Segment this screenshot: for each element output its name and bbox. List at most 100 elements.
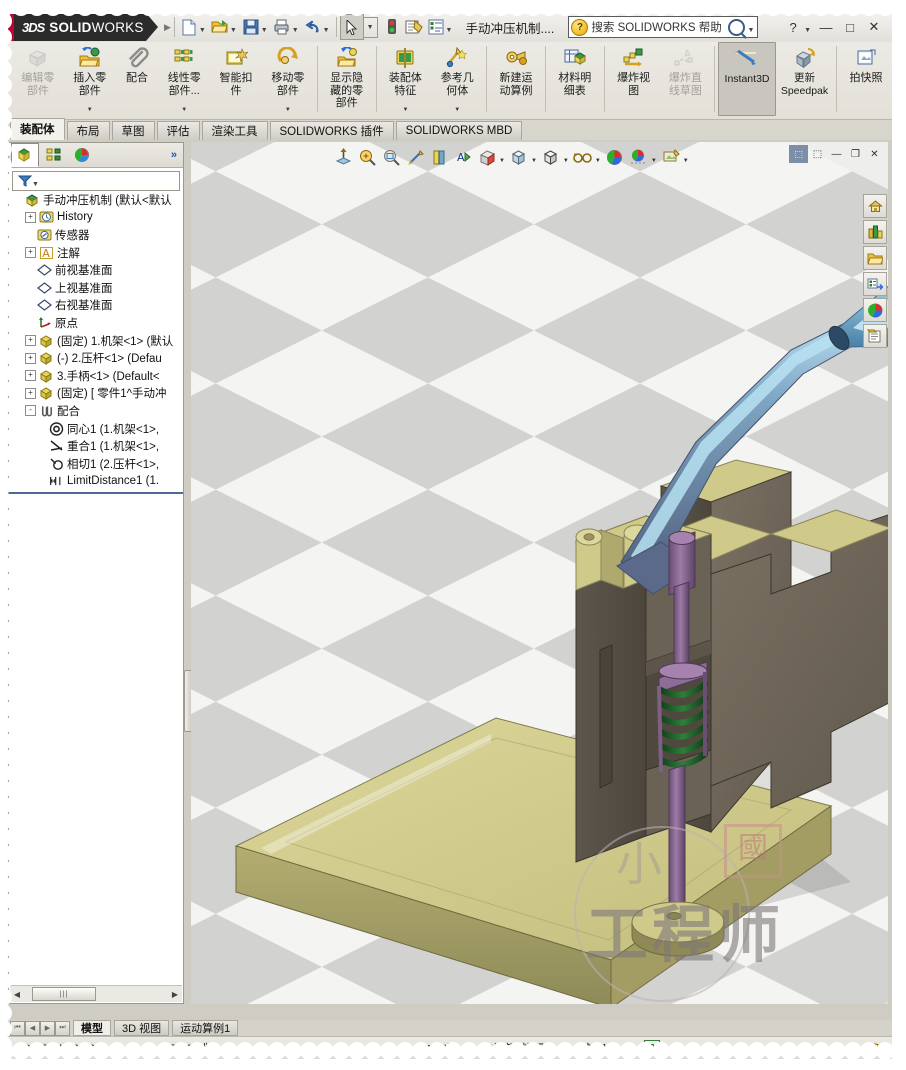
ribbon-button-show-hidden-components[interactable]: 显示隐 藏的零 部件 bbox=[321, 42, 373, 116]
file-explorer-icon[interactable] bbox=[863, 246, 887, 270]
design-library-icon[interactable] bbox=[863, 220, 887, 244]
view-normal-icon[interactable] bbox=[475, 145, 499, 169]
tab-0[interactable]: 装配体 bbox=[10, 118, 65, 140]
tree-expander[interactable]: + bbox=[25, 211, 36, 223]
tree-item[interactable]: 传感器 bbox=[9, 226, 183, 244]
tree-expander[interactable]: - bbox=[25, 405, 36, 417]
tree-item[interactable]: 原点 bbox=[9, 314, 183, 332]
new-document-button[interactable] bbox=[178, 15, 200, 39]
hide-show-glasses-icon[interactable] bbox=[571, 145, 595, 169]
tree-item[interactable]: + (固定) [ 零件1^手动冲 bbox=[9, 385, 183, 403]
feature-tree-tab[interactable] bbox=[11, 143, 39, 167]
chevron-down-icon[interactable]: ▼ bbox=[747, 21, 754, 34]
tree-item[interactable]: + History bbox=[9, 209, 183, 227]
display-manager-tab[interactable] bbox=[69, 144, 95, 166]
prev-tab-button[interactable]: ◀ bbox=[25, 1020, 40, 1036]
ribbon-button-reference-geometry[interactable]: 参考几 何体 ▼ bbox=[431, 42, 483, 116]
chevron-down-icon[interactable]: ▼ bbox=[362, 16, 378, 38]
search-input[interactable]: 搜索 SOLIDWORKS 帮助 bbox=[591, 19, 728, 35]
view-palette-icon[interactable] bbox=[863, 272, 887, 296]
scroll-right-arrow-icon[interactable]: ▶ bbox=[168, 990, 182, 999]
ribbon-button-bill-of-materials[interactable]: 材料明 细表 bbox=[549, 42, 601, 116]
maximize-button[interactable]: □ bbox=[838, 16, 862, 38]
tree-expander[interactable]: + bbox=[25, 335, 36, 347]
tree-item[interactable]: 右视基准面 bbox=[9, 297, 183, 315]
next-tab-button[interactable]: ▶ bbox=[40, 1020, 55, 1036]
bottom-tab-0[interactable]: 模型 bbox=[73, 1020, 111, 1036]
ribbon-button-mate-paperclip[interactable]: 配合 bbox=[116, 42, 159, 116]
bottom-tab-2[interactable]: 运动算例1 bbox=[172, 1020, 239, 1036]
minimize-button[interactable]: — bbox=[814, 16, 838, 38]
tree-item[interactable]: 手动冲压机制 (默认<默认 bbox=[9, 191, 183, 209]
chevron-down-icon[interactable]: ▼ bbox=[651, 158, 657, 164]
bottom-tab-1[interactable]: 3D 视图 bbox=[114, 1020, 170, 1036]
view-orientation-icon[interactable]: A bbox=[451, 145, 475, 169]
feature-tree[interactable]: 手动冲压机制 (默认<默认 + History 传感器 + A 注解 前视基准面 上视基准面 右视… bbox=[9, 191, 183, 981]
last-tab-button[interactable]: ⏭ bbox=[55, 1020, 70, 1036]
ribbon-button-snapshot[interactable]: 拍快照 bbox=[840, 42, 892, 116]
options-button[interactable] bbox=[403, 15, 425, 39]
tree-expander[interactable]: + bbox=[25, 247, 36, 259]
chevron-down-icon[interactable]: ▼ bbox=[531, 158, 537, 164]
ribbon-button-insert-component[interactable]: 插入零 部件 ▼ bbox=[64, 42, 116, 116]
ribbon-button-update-speedpak[interactable]: 更新 Speedpak bbox=[776, 42, 833, 116]
feature-tree-scrollbar[interactable]: ◀ ||| ▶ bbox=[10, 985, 182, 1002]
chevron-down-icon[interactable]: ▼ bbox=[595, 158, 601, 164]
first-tab-button[interactable]: ⏮ bbox=[10, 1020, 25, 1036]
section-cut-icon[interactable] bbox=[427, 145, 451, 169]
chevron-down-icon[interactable]: ▼ bbox=[804, 21, 811, 34]
section-view-icon[interactable] bbox=[331, 145, 355, 169]
previous-view-icon[interactable] bbox=[403, 145, 427, 169]
ribbon-button-assembly-feature[interactable]: 装配体 特征 ▼ bbox=[380, 42, 432, 116]
chevron-down-icon[interactable]: ▼ bbox=[563, 158, 569, 164]
undo-button[interactable] bbox=[302, 15, 324, 39]
graphics-area[interactable]: A ▼ ▼ ▼ ▼ ▼ ▼ ⬚ ⬚ — ❐ ✕ 小 國 工程师 Y X bbox=[191, 142, 888, 1004]
open-document-button[interactable] bbox=[209, 15, 231, 39]
hidden-line-cube-icon[interactable] bbox=[539, 145, 563, 169]
tab-6[interactable]: SOLIDWORKS MBD bbox=[395, 121, 523, 140]
document-properties-button[interactable] bbox=[425, 15, 447, 39]
zoom-area-icon[interactable] bbox=[379, 145, 403, 169]
tree-item[interactable]: 相切1 (2.压杆<1>, bbox=[9, 455, 183, 473]
ribbon-button-move-component[interactable]: 移动零 部件 ▼ bbox=[262, 42, 314, 116]
ribbon-button-new-motion-study[interactable]: 新建运 动算例 bbox=[490, 42, 542, 116]
close-document[interactable]: ✕ bbox=[865, 145, 884, 163]
help-button[interactable]: ? bbox=[781, 16, 805, 38]
feature-tree-filter[interactable]: ▼ bbox=[12, 171, 180, 191]
chevron-down-icon[interactable]: ▼ bbox=[285, 107, 291, 113]
tree-item[interactable]: + A 注解 bbox=[9, 244, 183, 262]
manual-punch-press-assembly-model[interactable] bbox=[191, 142, 888, 1004]
display-style-cube-icon[interactable] bbox=[507, 145, 531, 169]
chevron-down-icon[interactable]: ▼ bbox=[323, 21, 330, 34]
tree-expander[interactable]: + bbox=[25, 352, 36, 364]
chevron-down-icon[interactable]: ▼ bbox=[87, 107, 93, 113]
tree-item[interactable]: LimitDistance1 (1. bbox=[9, 473, 183, 491]
tree-item[interactable]: 上视基准面 bbox=[9, 279, 183, 297]
chevron-down-icon[interactable]: ▼ bbox=[230, 21, 237, 34]
minimize-document[interactable]: — bbox=[827, 145, 846, 163]
view-settings-icon[interactable] bbox=[659, 145, 683, 169]
tree-item[interactable]: + (-) 2.压杆<1> (Defau bbox=[9, 349, 183, 367]
chevron-down-icon[interactable]: ▼ bbox=[32, 175, 39, 188]
chevron-down-icon[interactable]: ▼ bbox=[683, 158, 689, 164]
tree-item[interactable]: +3.手柄<1> (Default< bbox=[9, 367, 183, 385]
tree-item[interactable]: 前视基准面 bbox=[9, 261, 183, 279]
split-pane[interactable]: ⬚ bbox=[808, 145, 827, 163]
view-home-icon[interactable] bbox=[863, 194, 887, 218]
chevron-down-icon[interactable]: ▼ bbox=[446, 21, 453, 34]
chevron-down-icon[interactable]: ▼ bbox=[292, 21, 299, 34]
tree-item[interactable]: 重合1 (1.机架<1>, bbox=[9, 437, 183, 455]
scene-icon[interactable] bbox=[627, 145, 651, 169]
scrollbar-thumb[interactable]: ||| bbox=[32, 987, 96, 1001]
print-document-button[interactable] bbox=[271, 15, 293, 39]
scroll-left-arrow-icon[interactable]: ◀ bbox=[10, 990, 24, 999]
tree-expander[interactable]: + bbox=[25, 370, 36, 382]
close-button[interactable]: ✕ bbox=[862, 16, 886, 38]
tree-item[interactable]: - 配合 bbox=[9, 402, 183, 420]
ribbon-button-instant3d[interactable]: Instant3D bbox=[718, 42, 776, 116]
die-disc-part[interactable] bbox=[631, 901, 725, 957]
restore-document[interactable]: ❐ bbox=[846, 145, 865, 163]
ribbon-button-linear-pattern[interactable]: 线性零 部件... ▼ bbox=[158, 42, 210, 116]
chevron-down-icon[interactable]: ▼ bbox=[261, 21, 268, 34]
tab-1[interactable]: 布局 bbox=[66, 121, 110, 140]
